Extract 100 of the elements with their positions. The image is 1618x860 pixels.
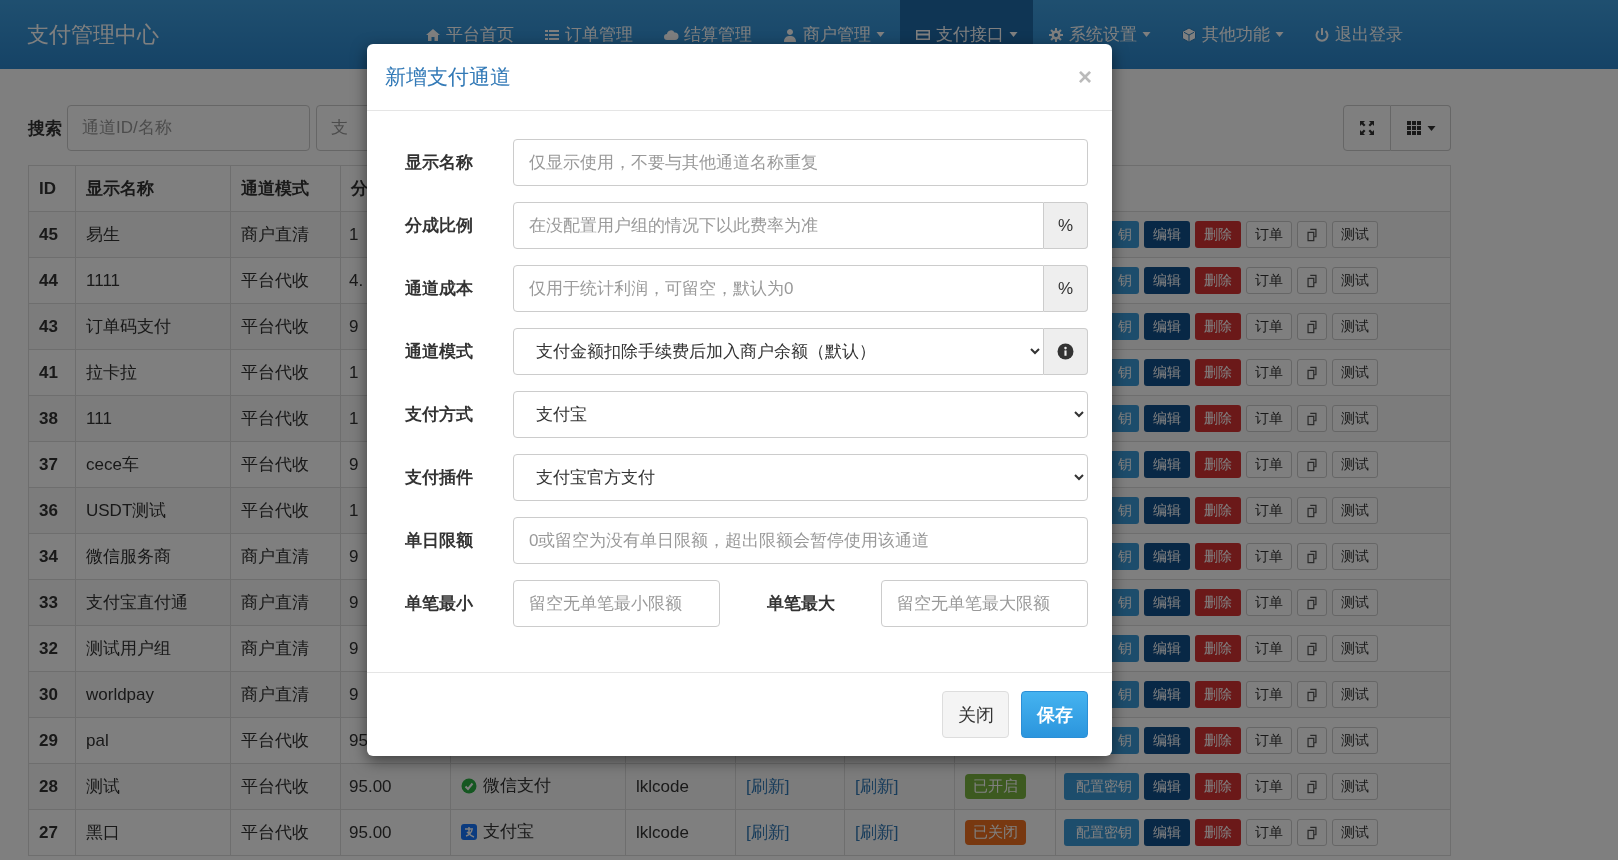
- delete-button[interactable]: 删除: [1195, 543, 1241, 570]
- test-button[interactable]: 测试: [1332, 727, 1378, 754]
- input-field[interactable]: 仅显示使用，不要与其他通道名称重复: [513, 139, 1088, 186]
- orders-button[interactable]: 订单: [1246, 359, 1292, 386]
- orders-button[interactable]: 订单: [1246, 405, 1292, 432]
- delete-button[interactable]: 删除: [1195, 773, 1241, 800]
- orders-button[interactable]: 订单: [1246, 681, 1292, 708]
- edit-button[interactable]: 编辑: [1144, 819, 1190, 846]
- save-button[interactable]: 保存: [1021, 691, 1088, 738]
- delete-button[interactable]: 删除: [1195, 635, 1241, 662]
- orders-button[interactable]: 订单: [1246, 589, 1292, 616]
- edit-button[interactable]: 编辑: [1144, 497, 1190, 524]
- select-field[interactable]: 支付宝: [513, 391, 1088, 438]
- table-cell: 平台代收: [230, 763, 341, 810]
- copy-button[interactable]: [1297, 773, 1327, 800]
- test-button[interactable]: 测试: [1332, 589, 1378, 616]
- copy-icon: [1305, 411, 1319, 426]
- edit-button[interactable]: 编辑: [1144, 221, 1190, 248]
- key-button[interactable]: 配置密钥: [1064, 819, 1139, 846]
- edit-button[interactable]: 编辑: [1144, 405, 1190, 432]
- delete-button[interactable]: 删除: [1195, 819, 1241, 846]
- refresh-link[interactable]: [刷新]: [746, 823, 790, 842]
- delete-button[interactable]: 删除: [1195, 405, 1241, 432]
- copy-button[interactable]: [1297, 221, 1327, 248]
- test-button[interactable]: 测试: [1332, 773, 1378, 800]
- delete-button[interactable]: 删除: [1195, 589, 1241, 616]
- select-field[interactable]: 支付宝官方支付: [513, 454, 1088, 501]
- orders-button[interactable]: 订单: [1246, 819, 1292, 846]
- delete-button[interactable]: 删除: [1195, 221, 1241, 248]
- delete-button[interactable]: 删除: [1195, 359, 1241, 386]
- delete-button[interactable]: 删除: [1195, 727, 1241, 754]
- refresh-link[interactable]: [刷新]: [855, 777, 899, 796]
- test-button[interactable]: 测试: [1332, 681, 1378, 708]
- nav-item[interactable]: 其他功能: [1166, 0, 1299, 69]
- test-button[interactable]: 测试: [1332, 313, 1378, 340]
- test-button[interactable]: 测试: [1332, 359, 1378, 386]
- edit-button[interactable]: 编辑: [1144, 773, 1190, 800]
- test-button[interactable]: 测试: [1332, 497, 1378, 524]
- copy-button[interactable]: [1297, 819, 1327, 846]
- copy-button[interactable]: [1297, 497, 1327, 524]
- copy-button[interactable]: [1297, 681, 1327, 708]
- input-field[interactable]: 仅用于统计利润，可留空，默认为0: [513, 265, 1044, 312]
- nav-item[interactable]: 结算管理: [648, 0, 767, 69]
- test-button[interactable]: 测试: [1332, 267, 1378, 294]
- test-button[interactable]: 测试: [1332, 819, 1378, 846]
- copy-button[interactable]: [1297, 405, 1327, 432]
- edit-button[interactable]: 编辑: [1144, 589, 1190, 616]
- edit-button[interactable]: 编辑: [1144, 681, 1190, 708]
- test-button[interactable]: 测试: [1332, 635, 1378, 662]
- orders-button[interactable]: 订单: [1246, 635, 1292, 662]
- delete-button[interactable]: 删除: [1195, 497, 1241, 524]
- orders-button[interactable]: 订单: [1246, 313, 1292, 340]
- edit-button[interactable]: 编辑: [1144, 359, 1190, 386]
- refresh-link[interactable]: [刷新]: [746, 777, 790, 796]
- test-button[interactable]: 测试: [1332, 543, 1378, 570]
- brand-title[interactable]: 支付管理中心: [27, 19, 410, 50]
- nav-item[interactable]: 退出登录: [1299, 0, 1418, 69]
- orders-button[interactable]: 订单: [1246, 727, 1292, 754]
- refresh-link[interactable]: [刷新]: [855, 823, 899, 842]
- info-addon[interactable]: [1044, 328, 1088, 375]
- close-button[interactable]: 关闭: [942, 691, 1009, 738]
- delete-button[interactable]: 删除: [1195, 313, 1241, 340]
- copy-button[interactable]: [1297, 359, 1327, 386]
- edit-button[interactable]: 编辑: [1144, 727, 1190, 754]
- table-cell: 34: [28, 533, 76, 580]
- fullscreen-button[interactable]: [1343, 105, 1391, 151]
- input-field[interactable]: 0或留空为没有单日限额，超出限额会暂停使用该通道: [513, 517, 1088, 564]
- edit-button[interactable]: 编辑: [1144, 313, 1190, 340]
- copy-button[interactable]: [1297, 451, 1327, 478]
- delete-button[interactable]: 删除: [1195, 267, 1241, 294]
- copy-button[interactable]: [1297, 635, 1327, 662]
- orders-button[interactable]: 订单: [1246, 267, 1292, 294]
- test-button[interactable]: 测试: [1332, 221, 1378, 248]
- delete-button[interactable]: 删除: [1195, 681, 1241, 708]
- nav-item[interactable]: 商户管理: [767, 0, 900, 69]
- test-button[interactable]: 测试: [1332, 451, 1378, 478]
- table-cell: lklcode: [636, 822, 689, 842]
- orders-button[interactable]: 订单: [1246, 451, 1292, 478]
- orders-button[interactable]: 订单: [1246, 497, 1292, 524]
- copy-button[interactable]: [1297, 727, 1327, 754]
- edit-button[interactable]: 编辑: [1144, 543, 1190, 570]
- edit-button[interactable]: 编辑: [1144, 451, 1190, 478]
- orders-button[interactable]: 订单: [1246, 773, 1292, 800]
- edit-button[interactable]: 编辑: [1144, 635, 1190, 662]
- orders-button[interactable]: 订单: [1246, 543, 1292, 570]
- copy-button[interactable]: [1297, 543, 1327, 570]
- select-field[interactable]: 支付金额扣除手续费后加入商户余额（默认）: [513, 328, 1044, 375]
- copy-button[interactable]: [1297, 313, 1327, 340]
- edit-button[interactable]: 编辑: [1144, 267, 1190, 294]
- copy-button[interactable]: [1297, 267, 1327, 294]
- input-field[interactable]: 留空无单笔最大限额: [881, 580, 1088, 627]
- delete-button[interactable]: 删除: [1195, 451, 1241, 478]
- test-button[interactable]: 测试: [1332, 405, 1378, 432]
- input-field[interactable]: 在没配置用户组的情况下以此费率为准: [513, 202, 1044, 249]
- nav-item[interactable]: 订单管理: [529, 0, 648, 69]
- orders-button[interactable]: 订单: [1246, 221, 1292, 248]
- copy-button[interactable]: [1297, 589, 1327, 616]
- input-field[interactable]: 留空无单笔最小限额: [513, 580, 720, 627]
- columns-button[interactable]: [1391, 105, 1451, 151]
- key-button[interactable]: 配置密钥: [1064, 773, 1139, 800]
